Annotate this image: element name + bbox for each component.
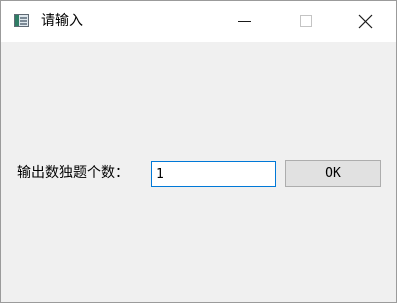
puzzle-count-input[interactable] (151, 161, 276, 187)
title-bar[interactable]: 请输入 (1, 1, 396, 42)
maximize-icon (300, 15, 312, 27)
app-window-icon (14, 14, 29, 27)
close-icon (358, 14, 373, 29)
puzzle-count-label: 输出数独题个数： (17, 165, 129, 181)
input-dialog-window: 请输入 输出数独题个数： OK (0, 0, 397, 303)
maximize-button (276, 1, 336, 42)
minimize-button[interactable] (215, 1, 275, 42)
minimize-icon (238, 21, 251, 22)
ok-button[interactable]: OK (285, 160, 381, 187)
close-button[interactable] (336, 1, 396, 42)
window-title: 请输入 (41, 13, 83, 29)
